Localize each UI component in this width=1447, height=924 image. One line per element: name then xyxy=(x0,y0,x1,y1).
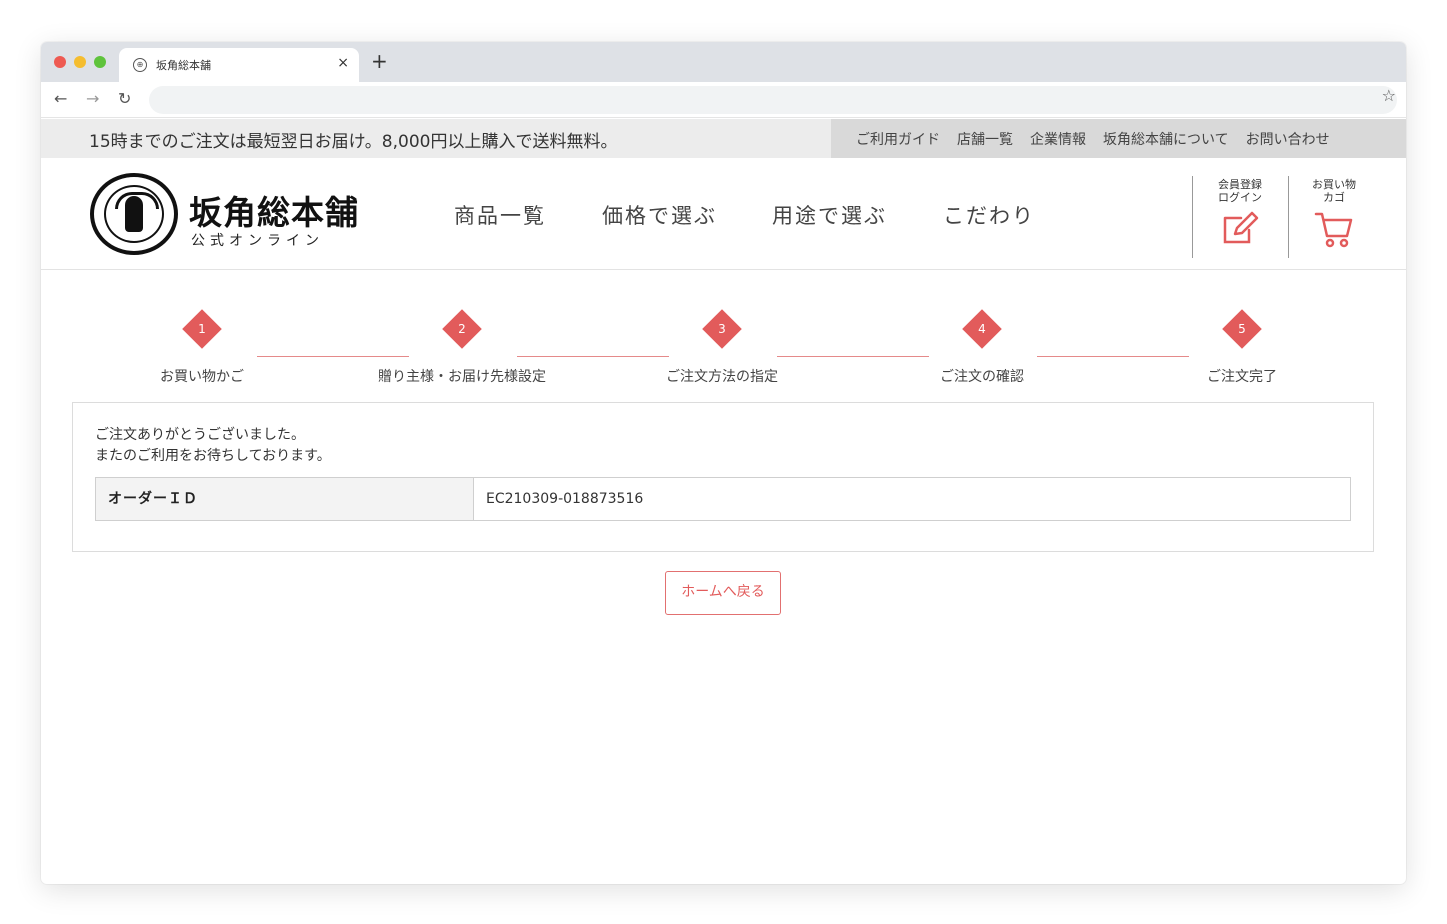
header-divider xyxy=(1288,176,1289,258)
member-login-label: 会員登録 ログイン xyxy=(1218,178,1262,204)
utility-link-about[interactable]: 坂角総本舗について xyxy=(1103,129,1229,149)
step-number: 5 xyxy=(1238,322,1246,336)
logo-name[interactable]: 坂角総本舗 xyxy=(189,186,359,234)
new-tab-button[interactable]: + xyxy=(371,51,388,71)
checkout-steps: 1 お買い物かご 2 贈り主様・お届け先様設定 3 ご注文方法の指定 4 ご注文… xyxy=(41,270,1406,402)
step-label: ご注文完了 xyxy=(1207,369,1277,385)
main-nav: 商品一覧 価格で選ぶ 用途で選ぶ こだわり xyxy=(454,200,1035,230)
logo-emblem-icon[interactable] xyxy=(90,173,178,255)
cart-icon xyxy=(1313,210,1355,252)
address-bar: ← → ↻ ☆ xyxy=(41,82,1406,118)
utility-link-guide[interactable]: ご利用ガイド xyxy=(856,129,940,149)
utility-link-stores[interactable]: 店舗一覧 xyxy=(957,129,1013,149)
tab-close-icon[interactable]: × xyxy=(337,55,349,71)
thank-you-line: ご注文ありがとうございました。 xyxy=(95,427,305,443)
order-id-table: オーダーＩＤ EC210309-018873516 xyxy=(95,477,1351,521)
logo-subtitle: 公式オンライン xyxy=(191,233,324,249)
step-number: 1 xyxy=(198,322,206,336)
nav-products[interactable]: 商品一覧 xyxy=(454,200,546,230)
utility-link-company[interactable]: 企業情報 xyxy=(1030,129,1086,149)
utility-link-contact[interactable]: お問い合わせ xyxy=(1246,129,1330,149)
step-label: ご注文方法の指定 xyxy=(666,369,778,385)
minimize-window-button[interactable] xyxy=(74,56,86,68)
order-id-value: EC210309-018873516 xyxy=(486,491,644,507)
cart-button[interactable]: お買い物 カゴ xyxy=(1293,178,1375,258)
lobster-icon xyxy=(115,192,159,232)
step-number: 4 xyxy=(978,322,986,336)
step-connector xyxy=(1037,356,1189,357)
notice-bar: 15時までのご注文は最短翌日お届け。8,000円以上購入で送料無料。 ご利用ガイ… xyxy=(41,119,1406,158)
step-connector xyxy=(777,356,929,357)
reload-icon[interactable]: ↻ xyxy=(118,90,131,108)
step-number: 2 xyxy=(458,322,466,336)
forward-arrow-icon[interactable]: → xyxy=(86,90,99,108)
maximize-window-button[interactable] xyxy=(94,56,106,68)
step-label: お買い物かご xyxy=(160,369,244,385)
order-complete-panel: ご注文ありがとうございました。 またのご利用をお待ちしております。 オーダーＩＤ… xyxy=(72,402,1374,552)
shipping-notice: 15時までのご注文は最短翌日お届け。8,000円以上購入で送料無料。 xyxy=(89,132,618,152)
step-connector xyxy=(517,356,669,357)
order-id-label: オーダーＩＤ xyxy=(96,478,474,520)
nav-by-use[interactable]: 用途で選ぶ xyxy=(772,200,887,230)
thank-you-message: ご注文ありがとうございました。 またのご利用をお待ちしております。 xyxy=(95,425,331,467)
step-label: 贈り主様・お届け先様設定 xyxy=(378,369,546,385)
browser-tab[interactable]: ⊕ 坂角総本舗 × xyxy=(119,48,359,82)
thank-you-line: またのご利用をお待ちしております。 xyxy=(95,448,331,464)
step-label: ご注文の確認 xyxy=(940,369,1024,385)
step-connector xyxy=(257,356,409,357)
tab-bar: ⊕ 坂角総本舗 × + xyxy=(41,42,1406,82)
site-header: 坂角総本舗 公式オンライン 商品一覧 価格で選ぶ 用途で選ぶ こだわり 会員登録… xyxy=(41,158,1406,270)
back-arrow-icon[interactable]: ← xyxy=(54,90,67,108)
edit-icon xyxy=(1219,210,1261,250)
nav-commitment[interactable]: こだわり xyxy=(943,200,1035,230)
browser-window: ⊕ 坂角総本舗 × + ← → ↻ ☆ 15時までのご注文は最短翌日お届け。8,… xyxy=(41,42,1406,884)
cart-label: お買い物 カゴ xyxy=(1312,178,1356,204)
favicon-icon: ⊕ xyxy=(133,58,147,72)
step-number: 3 xyxy=(718,322,726,336)
member-login-button[interactable]: 会員登録 ログイン xyxy=(1199,178,1281,258)
bookmark-star-icon[interactable]: ☆ xyxy=(1382,86,1396,105)
header-divider xyxy=(1192,176,1193,258)
back-to-home-button[interactable]: ホームへ戻る xyxy=(665,571,781,615)
nav-by-price[interactable]: 価格で選ぶ xyxy=(602,200,717,230)
close-window-button[interactable] xyxy=(54,56,66,68)
tab-title: 坂角総本舗 xyxy=(156,59,211,72)
url-input[interactable] xyxy=(149,86,1397,114)
utility-nav: ご利用ガイド 店舗一覧 企業情報 坂角総本舗について お問い合わせ xyxy=(831,119,1406,158)
